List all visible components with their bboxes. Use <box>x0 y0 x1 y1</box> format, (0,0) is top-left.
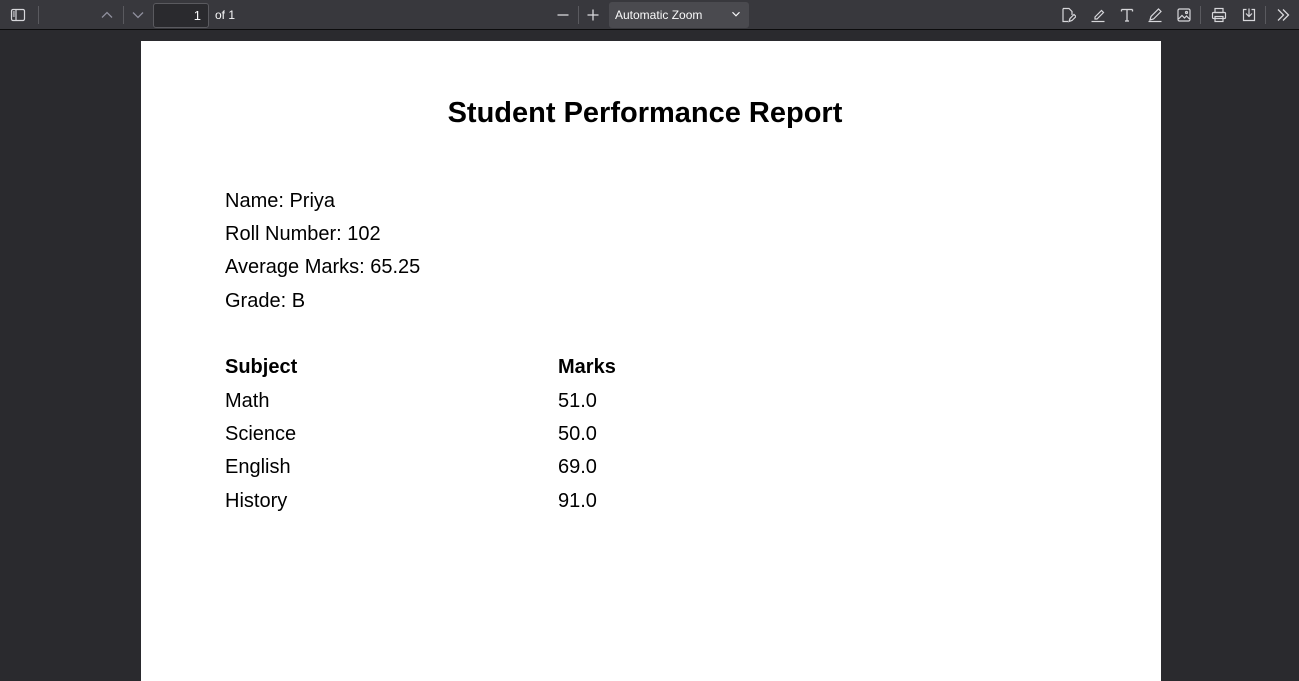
toolbar-separator <box>1265 6 1266 24</box>
tools-menu-button[interactable] <box>1271 3 1295 27</box>
toolbar-separator <box>578 6 579 24</box>
document-viewer[interactable]: Student Performance Report Name: Priya R… <box>0 31 1299 681</box>
sidebar-icon <box>10 8 26 22</box>
add-text-button[interactable] <box>1115 3 1139 27</box>
plus-icon <box>587 9 599 21</box>
subject-cell: English <box>225 456 291 478</box>
page-number-input[interactable] <box>153 3 209 28</box>
page-count-label: of 1 <box>215 8 236 22</box>
highlighter-icon <box>1091 9 1105 23</box>
marks-cell: 50.0 <box>558 423 597 445</box>
zoom-select-value: Automatic Zoom <box>615 8 703 22</box>
pencil-icon <box>1148 8 1162 23</box>
add-image-button[interactable] <box>1172 3 1196 27</box>
report-title: Student Performance Report <box>447 97 843 129</box>
subject-cell: Science <box>225 423 297 445</box>
sidebar-toggle-button[interactable] <box>6 3 30 27</box>
double-chevron-right-icon <box>1277 9 1290 21</box>
pdf-toolbar: of 1 Automatic Zoom <box>0 0 1299 30</box>
pdf-page: Student Performance Report Name: Priya R… <box>141 41 1161 681</box>
print-button[interactable] <box>1207 3 1231 27</box>
chevron-up-icon <box>101 11 113 18</box>
download-icon <box>1242 8 1256 22</box>
marks-cell: 69.0 <box>558 456 597 478</box>
zoom-in-button[interactable] <box>581 3 605 27</box>
printer-icon <box>1211 7 1227 23</box>
toolbar-separator <box>38 6 39 24</box>
chevron-down-icon <box>732 11 740 17</box>
toolbar-separator <box>123 6 124 24</box>
previous-page-button[interactable] <box>95 3 119 27</box>
subject-cell: History <box>225 490 288 512</box>
marks-cell: 51.0 <box>558 390 597 412</box>
toolbar-separator <box>1200 6 1201 24</box>
roll-number: Roll Number: 102 <box>225 223 381 245</box>
next-page-button[interactable] <box>126 3 150 27</box>
chevron-down-icon <box>132 12 144 19</box>
table-header-subject: Subject <box>225 356 298 378</box>
subject-cell: Math <box>225 390 270 412</box>
zoom-select[interactable]: Automatic Zoom <box>609 2 749 28</box>
average-marks: Average Marks: 65.25 <box>225 256 421 278</box>
table-header-marks: Marks <box>558 356 616 378</box>
signature-icon <box>1062 7 1076 23</box>
minus-icon <box>557 14 569 16</box>
save-button[interactable] <box>1237 3 1261 27</box>
draw-button[interactable] <box>1143 3 1167 27</box>
text-icon <box>1120 8 1134 22</box>
add-signature-button[interactable] <box>1056 3 1080 27</box>
highlight-button[interactable] <box>1086 3 1110 27</box>
marks-cell: 91.0 <box>558 490 597 512</box>
zoom-out-button[interactable] <box>551 3 575 27</box>
image-icon <box>1177 8 1191 22</box>
student-name: Name: Priya <box>225 190 336 212</box>
grade: Grade: B <box>225 290 306 312</box>
